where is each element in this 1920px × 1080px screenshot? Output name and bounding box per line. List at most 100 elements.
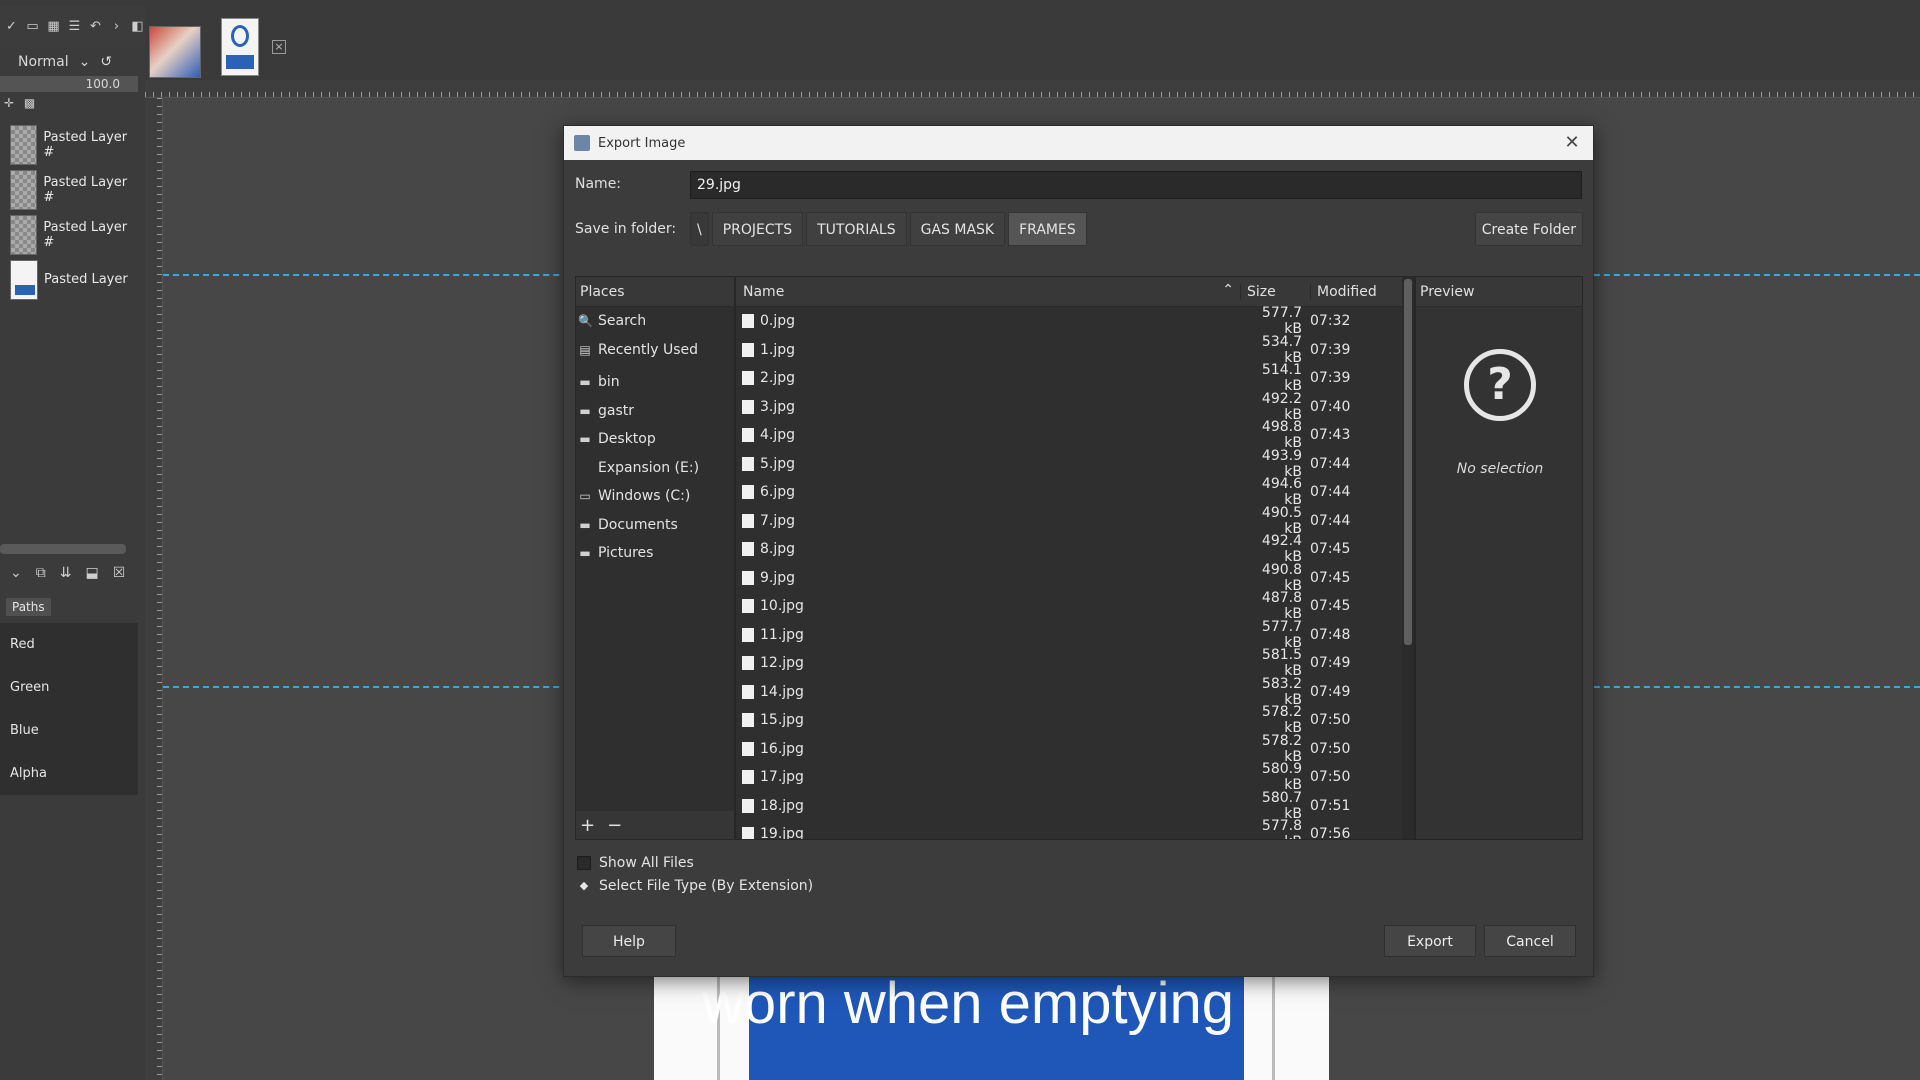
merge-layer-icon[interactable]: ⬓ [85, 565, 98, 581]
places-item[interactable]: Expansion (E:) [576, 454, 734, 483]
places-item[interactable]: ▬ Pictures [576, 539, 734, 568]
app-icon [574, 135, 590, 151]
file-row[interactable]: 4.jpg 498.8 kB 07:43 [736, 419, 1414, 451]
chevron-right-icon[interactable]: › [109, 19, 124, 35]
file-row[interactable]: 9.jpg 490.8 kB 07:45 [736, 562, 1414, 594]
file-name-cell: 0.jpg [736, 313, 1240, 329]
file-name: 10.jpg [760, 598, 804, 615]
channel-item[interactable]: Red [0, 623, 138, 666]
channel-item[interactable]: Green [0, 666, 138, 709]
chevron-down-icon: ⌄ [78, 54, 91, 70]
help-button[interactable]: Help [582, 925, 676, 957]
delete-layer-icon[interactable]: ☒ [113, 565, 126, 581]
places-item[interactable]: ▬ Desktop [576, 425, 734, 454]
breadcrumb-item[interactable]: \ [690, 212, 709, 246]
window-icon[interactable]: ▭ [25, 19, 40, 35]
list-icon[interactable]: ☰ [67, 19, 82, 35]
reset-icon[interactable]: ↺ [100, 54, 112, 70]
breadcrumb-item[interactable]: FRAMES [1008, 212, 1087, 246]
add-bookmark-icon[interactable]: + [580, 815, 595, 836]
layer-row[interactable]: Pasted Layer # [0, 122, 140, 167]
image-tabs: × [145, 6, 1920, 80]
tab-paths[interactable]: Paths [6, 598, 51, 616]
check-icon[interactable]: ✓ [4, 19, 19, 35]
show-all-files-row[interactable]: Show All Files [577, 855, 694, 871]
breadcrumb-item[interactable]: GAS MASK [909, 212, 1006, 246]
column-name[interactable]: Name ⌃ [736, 282, 1240, 300]
places-item[interactable]: ▬ gastr [576, 397, 734, 426]
file-modified: 07:32 [1310, 313, 1351, 330]
file-name-cell: 18.jpg [736, 798, 1240, 814]
layer-row[interactable]: Pasted Layer # [0, 167, 140, 212]
configure-icon[interactable]: ◧ [130, 19, 145, 35]
places-item[interactable]: ▤ Recently Used [576, 336, 734, 365]
close-icon[interactable]: ✕ [1561, 132, 1583, 154]
file-row[interactable]: 3.jpg 492.2 kB 07:40 [736, 391, 1414, 423]
image-tab-thumbnail[interactable] [149, 26, 201, 78]
places-item[interactable]: ▬ Documents [576, 511, 734, 540]
export-button[interactable]: Export [1384, 925, 1476, 957]
file-row[interactable]: 10.jpg 487.8 kB 07:45 [736, 590, 1414, 622]
file-size: 581.5 kB [1261, 647, 1302, 680]
channel-item[interactable]: Blue [0, 709, 138, 752]
cancel-button[interactable]: Cancel [1484, 925, 1576, 957]
column-size[interactable]: Size [1240, 283, 1310, 300]
lock-position-icon[interactable]: ✛ [4, 96, 14, 110]
expander-icon[interactable]: ◆ [577, 879, 591, 893]
file-row[interactable]: 2.jpg 514.1 kB 07:39 [736, 362, 1414, 394]
file-name-cell: 7.jpg [736, 513, 1240, 529]
file-row[interactable]: 19.jpg 577.8 kB 07:56 [736, 818, 1414, 839]
file-row[interactable]: 16.jpg 578.2 kB 07:50 [736, 733, 1414, 765]
file-row[interactable]: 12.jpg 581.5 kB 07:49 [736, 647, 1414, 680]
close-icon[interactable]: × [272, 40, 286, 54]
opacity-slider[interactable]: 100.0 [0, 76, 138, 92]
breadcrumb-item[interactable]: TUTORIALS [806, 212, 907, 246]
file-row[interactable]: 11.jpg 577.7 kB 07:48 [736, 619, 1414, 651]
places-item[interactable]: ▭ Windows (C:) [576, 482, 734, 511]
file-row[interactable]: 17.jpg 580.9 kB 07:50 [736, 761, 1414, 793]
select-file-type-expander[interactable]: ◆ Select File Type (By Extension) [577, 878, 813, 894]
file-list: Name ⌃ Size Modified 0.jpg 577.7 kB 07:32 1… [735, 276, 1415, 840]
layer-mode-select[interactable]: Normal [18, 54, 69, 70]
show-all-files-checkbox[interactable] [577, 856, 591, 870]
folder-icon: ▬ [579, 546, 591, 561]
canvas-image: worn when emptying [654, 971, 1329, 1080]
file-row[interactable]: 7.jpg 490.5 kB 07:44 [736, 505, 1414, 537]
anchor-layer-icon[interactable]: ⇊ [60, 565, 72, 581]
create-folder-button[interactable]: Create Folder [1474, 212, 1583, 246]
undo-icon[interactable]: ↶ [88, 19, 103, 35]
layer-row[interactable]: Pasted Layer # [0, 212, 140, 257]
chevron-down-icon[interactable]: ⌄ [10, 565, 22, 581]
remove-bookmark-icon[interactable]: − [607, 815, 622, 836]
breadcrumb-item[interactable]: PROJECTS [711, 212, 804, 246]
layer-mode-row[interactable]: Normal ⌄ ↺ [0, 48, 145, 76]
file-modified: 07:51 [1310, 797, 1351, 814]
file-row[interactable]: 14.jpg 583.2 kB 07:49 [736, 676, 1414, 708]
grid-icon[interactable]: ▦ [46, 19, 61, 35]
file-row[interactable]: 1.jpg 534.7 kB 07:39 [736, 334, 1414, 366]
places-item[interactable]: 🔍 Search [576, 307, 734, 336]
layer-list: Pasted Layer # Pasted Layer # Pasted Layer… [0, 122, 140, 302]
layer-row[interactable]: Pasted Layer [0, 257, 140, 302]
file-row[interactable]: 6.jpg 494.6 kB 07:44 [736, 476, 1414, 508]
file-icon [742, 371, 754, 386]
file-row[interactable]: 18.jpg 580.7 kB 07:51 [736, 790, 1414, 822]
layer-label: Pasted Layer # [43, 129, 128, 160]
file-row[interactable]: 8.jpg 492.4 kB 07:45 [736, 533, 1414, 565]
channel-item[interactable]: Alpha [0, 752, 138, 795]
column-modified[interactable]: Modified [1310, 283, 1390, 300]
file-list-scrollbar[interactable] [1402, 277, 1414, 839]
places-item[interactable]: ▬ bin [576, 368, 734, 397]
file-row[interactable]: 0.jpg 577.7 kB 07:32 [736, 305, 1414, 337]
filename-input[interactable] [690, 171, 1582, 199]
image-tab-thumbnail-active[interactable] [221, 18, 259, 76]
file-row[interactable]: 5.jpg 493.9 kB 07:44 [736, 448, 1414, 480]
file-icon [742, 741, 754, 756]
duplicate-layer-icon[interactable]: ⧉ [36, 565, 46, 581]
file-icon [742, 342, 754, 357]
recent-icon: ▤ [579, 342, 591, 357]
layers-scrollbar[interactable] [0, 544, 126, 554]
file-row[interactable]: 15.jpg 578.2 kB 07:50 [736, 704, 1414, 736]
dialog-titlebar: Export Image ✕ [564, 126, 1593, 160]
lock-alpha-icon[interactable]: ▩ [24, 96, 35, 110]
